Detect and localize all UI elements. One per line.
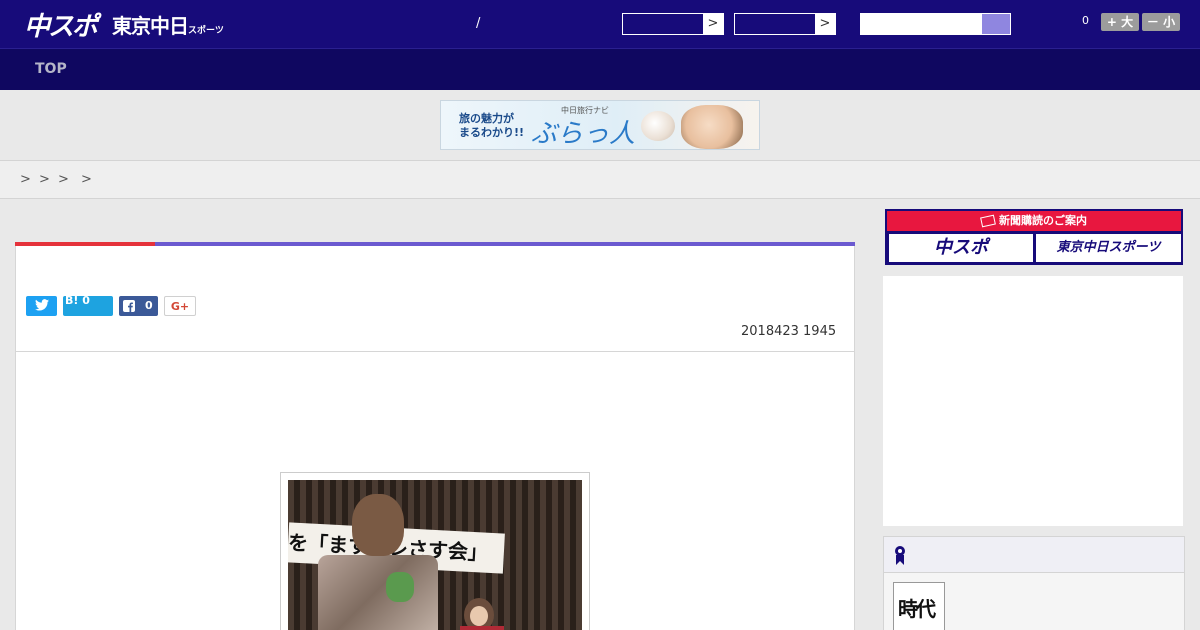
chevron-right-icon[interactable]: >: [815, 14, 835, 34]
ad-banner-text: 旅の魅力が まるわかり!!: [459, 112, 524, 140]
subscription-title[interactable]: 新聞購読のご案内: [887, 211, 1181, 231]
header-bar: 中スポ 東京中日スポーツ / > > 0 + 大 － 小: [0, 0, 1200, 48]
photo-person-1-head: [352, 494, 404, 556]
photo-person-2-face: [470, 606, 488, 626]
ad-banner-line2: まるわかり!!: [459, 126, 525, 139]
breadcrumb-separator: >: [39, 172, 50, 187]
subscribe-tokyo-button[interactable]: 東京中日スポーツ: [1036, 234, 1181, 262]
photo-person-1-body: [318, 555, 438, 630]
tokyo-chunichi-logo-text: 東京中日: [112, 14, 189, 38]
sidebar-ad[interactable]: [883, 276, 1183, 526]
ad-banner[interactable]: 旅の魅力が まるわかり!! 中日旅行ナビ ぶらっ人: [440, 100, 760, 150]
ad-shell-image: [641, 111, 675, 141]
ranking-thumbnail-text: 時代: [898, 597, 936, 621]
font-size-count: 0: [1082, 14, 1089, 27]
chuspo-logo[interactable]: 中スポ: [24, 6, 98, 43]
subscribe-chuspo-button[interactable]: 中スポ: [889, 234, 1033, 262]
gplus-icon: G+: [170, 300, 190, 313]
share-facebook-count: 0: [145, 299, 153, 312]
breadcrumb-separator: >: [58, 172, 69, 187]
font-larger-button[interactable]: + 大: [1101, 13, 1139, 31]
nav-bar: TOP: [0, 48, 1200, 90]
font-smaller-button[interactable]: － 小: [1142, 13, 1180, 31]
search-button[interactable]: [982, 13, 1011, 35]
newspaper-icon: [980, 214, 996, 228]
share-facebook-button[interactable]: 0: [119, 296, 158, 316]
ranking-box: 時代: [883, 536, 1185, 630]
ribbon-icon: [895, 546, 905, 565]
ad-banner-line1: 旅の魅力が: [459, 112, 514, 125]
article-accent-purple: [155, 242, 855, 246]
category-select-2[interactable]: >: [734, 13, 836, 35]
ad-model-image: [681, 105, 743, 149]
article-photo[interactable]: を「ますテレさす会」: [288, 480, 582, 630]
article-divider: [16, 351, 854, 352]
hatena-label: B! 0: [65, 294, 90, 307]
category-select-2-field[interactable]: [735, 14, 815, 34]
header-separator: /: [476, 16, 481, 31]
ranking-header: [884, 537, 1184, 573]
subscription-box: 新聞購読のご案内 中スポ 東京中日スポーツ: [885, 209, 1183, 265]
category-select-1[interactable]: >: [622, 13, 724, 35]
breadcrumb: > > > >: [0, 160, 1200, 199]
share-hatena-button[interactable]: B! 0: [63, 294, 113, 316]
tokyo-chunichi-logo-sub: スポーツ: [188, 26, 224, 36]
subscription-title-text: 新聞購読のご案内: [999, 214, 1087, 227]
share-gplus-button[interactable]: G+: [164, 296, 196, 316]
tokyo-chunichi-logo[interactable]: 東京中日スポーツ: [112, 10, 224, 39]
ranking-thumbnail[interactable]: 時代: [893, 582, 945, 630]
breadcrumb-separator: >: [20, 172, 31, 187]
facebook-icon: [123, 300, 135, 312]
share-twitter-button[interactable]: [26, 296, 57, 316]
article-accent-red: [15, 242, 155, 246]
nav-item-top[interactable]: TOP: [35, 61, 67, 77]
search-input[interactable]: [860, 13, 982, 35]
photo-person-2-body: [460, 626, 504, 630]
twitter-icon: [34, 299, 49, 311]
article-date: 2018423 1945: [741, 324, 837, 339]
photo-gift: [386, 572, 414, 602]
chevron-right-icon[interactable]: >: [703, 14, 723, 34]
breadcrumb-separator: >: [81, 172, 92, 187]
ad-brand: ぶらっ人: [531, 119, 636, 149]
category-select-1-field[interactable]: [623, 14, 703, 34]
